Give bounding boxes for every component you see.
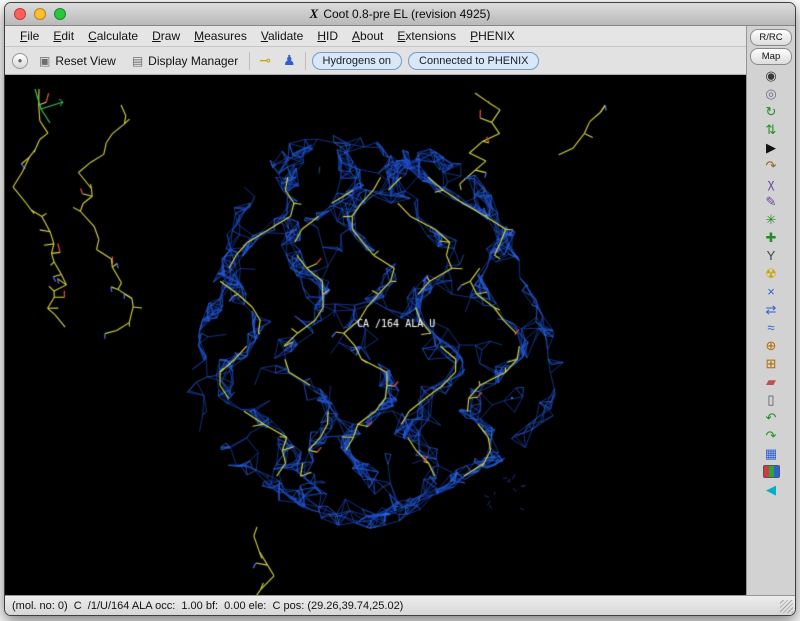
toolbar-separator: [249, 52, 250, 70]
menu-phenix[interactable]: PHENIX: [463, 27, 522, 45]
refine-rc-button[interactable]: R/RC: [750, 29, 792, 46]
menu-hid[interactable]: HID: [310, 27, 345, 45]
jiggle-fit-icon[interactable]: ☢: [758, 265, 784, 282]
backrub-rotamer-icon[interactable]: ≈: [758, 319, 784, 336]
screen-capture-icon[interactable]: [758, 463, 784, 480]
close-button[interactable]: [14, 8, 26, 20]
toolbar-collapse-button[interactable]: ●: [12, 53, 28, 69]
edit-chi-angles-icon[interactable]: ✎: [758, 193, 784, 210]
flip-peptide-icon[interactable]: ×: [758, 283, 784, 300]
titlebar[interactable]: X Coot 0.8-pre EL (revision 4925): [5, 3, 795, 26]
add-alt-conf-icon[interactable]: Y: [758, 247, 784, 264]
rigid-body-icon[interactable]: ⇅: [758, 121, 784, 138]
sphere-refine-icon[interactable]: ◉: [758, 67, 784, 84]
x11-icon: X: [310, 6, 319, 22]
left-column: FileEditCalculateDrawMeasuresValidateHID…: [5, 26, 746, 595]
mutate-residue-icon[interactable]: ✳: [758, 211, 784, 228]
delete-item-icon[interactable]: ▯: [758, 391, 784, 408]
window-title: X Coot 0.8-pre EL (revision 4925): [310, 6, 491, 22]
status-bar: (mol. no: 0) C /1/U/164 ALA occ: 1.00 bf…: [5, 595, 795, 615]
display-manager-icon: ▤: [132, 54, 143, 68]
menu-edit[interactable]: Edit: [46, 27, 81, 45]
hydrogens-toggle-button[interactable]: Hydrogens on: [312, 52, 403, 70]
rotamer-icon[interactable]: χ: [758, 175, 784, 192]
menu-calculate[interactable]: Calculate: [81, 27, 145, 45]
rotate-translate-icon[interactable]: ▶: [758, 139, 784, 156]
side-toolbar: R/RC Map ◉◎↻⇅▶↷χ✎✳✚Y☢×⇄≈⊕⊞▰▯↶↷▦◀: [746, 26, 795, 595]
menu-validate[interactable]: Validate: [254, 27, 311, 45]
pointer-atom-icon[interactable]: ⊞: [758, 355, 784, 372]
phenix-connection-button[interactable]: Connected to PHENIX: [408, 52, 539, 70]
main-row: FileEditCalculateDrawMeasuresValidateHID…: [5, 26, 795, 595]
toolbar: ● ▣ Reset View ▤ Display Manager ⊸ ♟ Hyd…: [5, 47, 746, 75]
reset-view-button[interactable]: ▣ Reset View: [34, 52, 121, 70]
undo-icon[interactable]: ↶: [758, 409, 784, 426]
map-sphere-icon[interactable]: ◎: [758, 85, 784, 102]
display-manager-label: Display Manager: [148, 54, 238, 68]
figure-icon[interactable]: ♟: [280, 52, 299, 69]
menu-about[interactable]: About: [345, 27, 390, 45]
redo-icon[interactable]: ↷: [758, 427, 784, 444]
toolbar-separator-2: [305, 52, 306, 70]
back-view-icon[interactable]: ◀: [758, 481, 784, 498]
auto-fit-rotamer-icon[interactable]: ↷: [758, 157, 784, 174]
reset-view-label: Reset View: [55, 54, 115, 68]
resize-grip[interactable]: [780, 600, 793, 613]
coot-window: X Coot 0.8-pre EL (revision 4925) FileEd…: [4, 2, 796, 616]
minimize-button[interactable]: [34, 8, 46, 20]
molecular-viewport[interactable]: [5, 75, 746, 595]
reset-view-icon: ▣: [39, 54, 50, 68]
place-atom-icon[interactable]: ⊕: [758, 337, 784, 354]
window-title-text: Coot 0.8-pre EL (revision 4925): [323, 7, 490, 21]
side-chain-180-icon[interactable]: ⇄: [758, 301, 784, 318]
map-button[interactable]: Map: [750, 48, 792, 65]
zoom-button[interactable]: [54, 8, 66, 20]
menubar: FileEditCalculateDrawMeasuresValidateHID…: [5, 26, 746, 47]
menu-measures[interactable]: Measures: [187, 27, 254, 45]
side-icon-stack: ◉◎↻⇅▶↷χ✎✳✚Y☢×⇄≈⊕⊞▰▯↶↷▦◀: [758, 67, 784, 498]
display-control-icon[interactable]: ▦: [758, 445, 784, 462]
display-manager-button[interactable]: ▤ Display Manager: [127, 52, 243, 70]
eraser-icon[interactable]: ▰: [758, 373, 784, 390]
add-terminal-residue-icon[interactable]: ✚: [758, 229, 784, 246]
regularize-icon[interactable]: ↻: [758, 103, 784, 120]
menu-file[interactable]: File: [13, 27, 46, 45]
key-icon[interactable]: ⊸: [256, 52, 274, 69]
status-text: (mol. no: 0) C /1/U/164 ALA occ: 1.00 bf…: [12, 600, 403, 612]
menu-draw[interactable]: Draw: [145, 27, 187, 45]
menu-extensions[interactable]: Extensions: [390, 27, 463, 45]
traffic-lights: [14, 8, 66, 20]
